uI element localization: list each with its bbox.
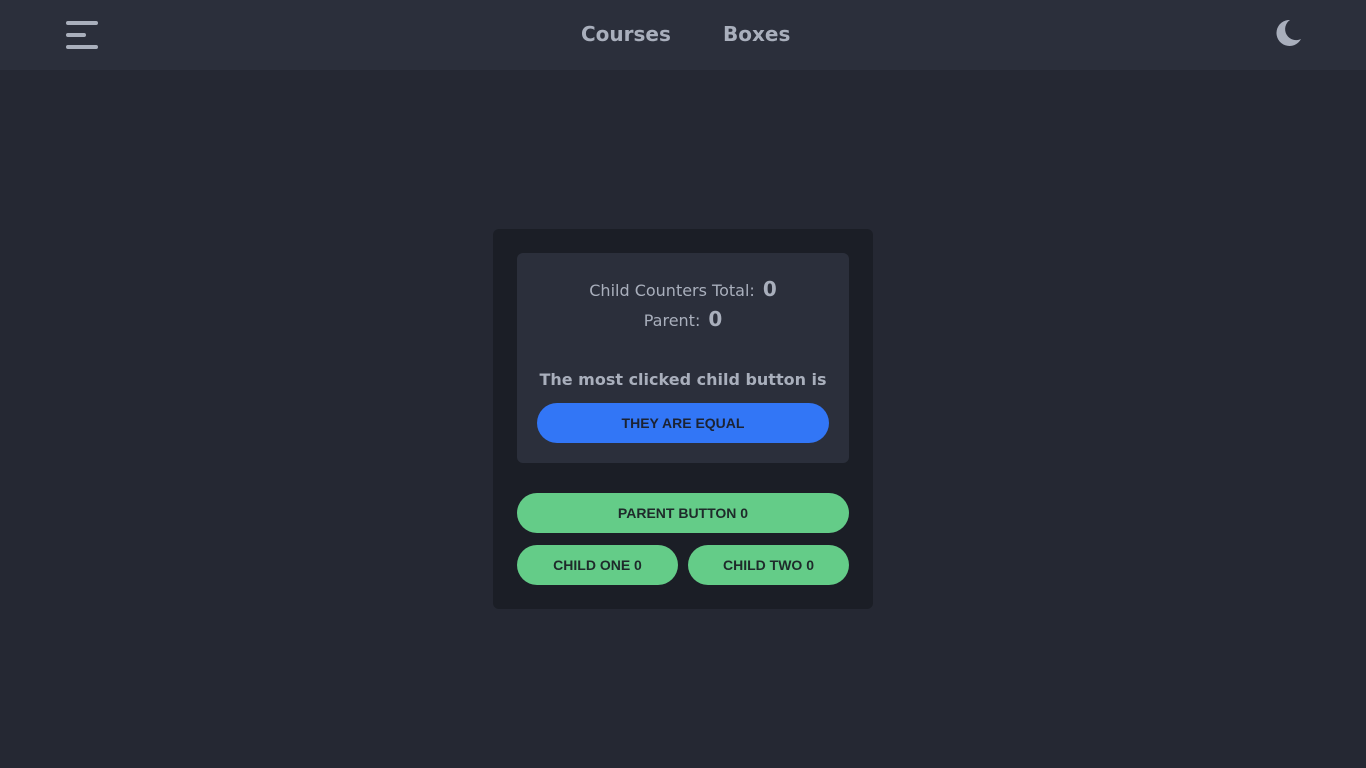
parent-button[interactable]: PARENT BUTTON 0: [517, 493, 849, 533]
stats-panel: Child Counters Total: 0 Parent: 0 The most…: [517, 253, 849, 463]
parent-value: 0: [708, 307, 723, 331]
child-two-button[interactable]: CHILD TWO 0: [688, 545, 849, 585]
most-clicked-label: The most clicked child button is: [539, 370, 827, 389]
parent-row: Parent: 0: [517, 307, 849, 331]
result-button[interactable]: THEY ARE EQUAL: [537, 403, 829, 443]
nav-link-courses[interactable]: Courses: [581, 22, 671, 46]
counter-card: Child Counters Total: 0 Parent: 0 The most…: [493, 229, 873, 609]
main-nav: Courses Boxes: [0, 0, 1366, 70]
child-one-button[interactable]: CHILD ONE 0: [517, 545, 678, 585]
theme-toggle-button[interactable]: [1272, 17, 1304, 49]
parent-label: Parent:: [643, 311, 701, 330]
child-total-row: Child Counters Total: 0: [517, 277, 849, 301]
child-total-label: Child Counters Total:: [589, 281, 755, 300]
child-total-value: 0: [762, 277, 777, 301]
top-navbar: Courses Boxes: [0, 0, 1366, 70]
moon-icon: [1276, 19, 1301, 46]
nav-link-boxes[interactable]: Boxes: [723, 22, 790, 46]
